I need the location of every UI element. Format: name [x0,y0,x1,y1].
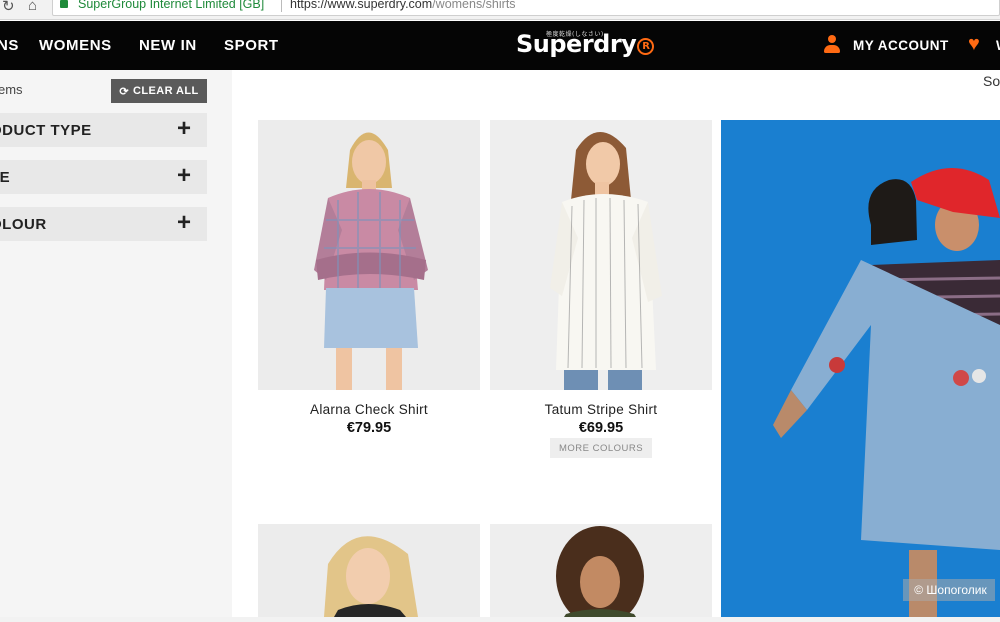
url-text[interactable]: https://www.superdry.com/womens/shirts [290,0,516,11]
watermark-text: © Шопоголик [914,583,987,597]
promo-banner-image[interactable] [721,120,1000,617]
url-path: /womens/shirts [432,0,516,11]
clear-all-label: CLEAR ALL [133,85,199,97]
registered-mark: R [637,38,655,55]
more-colours-button[interactable]: MORE COLOURS [550,438,652,458]
product-name[interactable]: Tatum Stripe Shirt [490,402,712,417]
product-image[interactable] [258,524,480,617]
product-card[interactable]: Alarna Check Shirt €79.95 [258,120,480,440]
product-price: €79.95 [346,420,392,436]
product-price: €69.95 [578,420,624,436]
product-image[interactable] [490,120,712,390]
nav-link-sport[interactable]: SPORT [224,37,279,54]
watermark: © Шопоголик [903,579,995,601]
account-icon[interactable] [823,35,841,55]
product-card[interactable]: Tatum Stripe Shirt €69.95 MORE COLOURS [490,120,712,460]
plus-icon[interactable]: + [177,115,191,143]
filter-colour[interactable]: OLOUR + [0,207,207,241]
logo-japanese-text: 極度乾燥(しなさい) [546,31,604,38]
product-image[interactable] [490,524,712,617]
lock-icon [60,0,68,8]
nav-link-new-in[interactable]: NEW IN [139,37,197,54]
reload-icon[interactable]: ↻ [2,0,15,15]
plus-icon[interactable]: + [177,209,191,237]
certificate-label[interactable]: SuperGroup Internet Limited [GB] [78,0,264,11]
plus-icon[interactable]: + [177,162,191,190]
wishlist-link[interactable]: W [996,38,1000,53]
product-image[interactable] [258,120,480,390]
refresh-icon: ⟳ [119,85,130,98]
clear-all-button[interactable]: ⟳ CLEAR ALL [111,79,207,103]
site-nav: NS WOMENS NEW IN SPORT 極度乾燥(しなさい) Superd… [0,21,1000,70]
filter-label: ZE [0,169,11,186]
filter-label: ODUCT TYPE [0,122,92,139]
browser-address-bar: ↻ ⌂ SuperGroup Internet Limited [GB] htt… [0,0,1000,20]
bottom-strip [0,617,1000,622]
filter-label: OLOUR [0,216,47,233]
my-account-link[interactable]: MY ACCOUNT [853,38,949,53]
heart-icon[interactable]: ♥ [968,33,980,56]
product-card[interactable] [258,524,480,617]
superdry-logo[interactable]: 極度乾燥(しなさい) Superdry R [516,30,655,58]
home-icon[interactable]: ⌂ [28,0,37,14]
url-divider [281,0,282,12]
product-card[interactable] [490,524,712,617]
items-count: ems [0,82,23,97]
product-name[interactable]: Alarna Check Shirt [258,402,480,417]
filter-size[interactable]: ZE + [0,160,207,194]
url-host: https://www.superdry.com [290,0,433,11]
filter-sidebar: ems ⟳ CLEAR ALL ODUCT TYPE + ZE + OLOUR … [0,70,232,622]
nav-link-mens[interactable]: NS [0,37,19,54]
nav-link-womens[interactable]: WOMENS [39,37,112,54]
filter-product-type[interactable]: ODUCT TYPE + [0,113,207,147]
sort-dropdown[interactable]: So [983,73,1000,89]
